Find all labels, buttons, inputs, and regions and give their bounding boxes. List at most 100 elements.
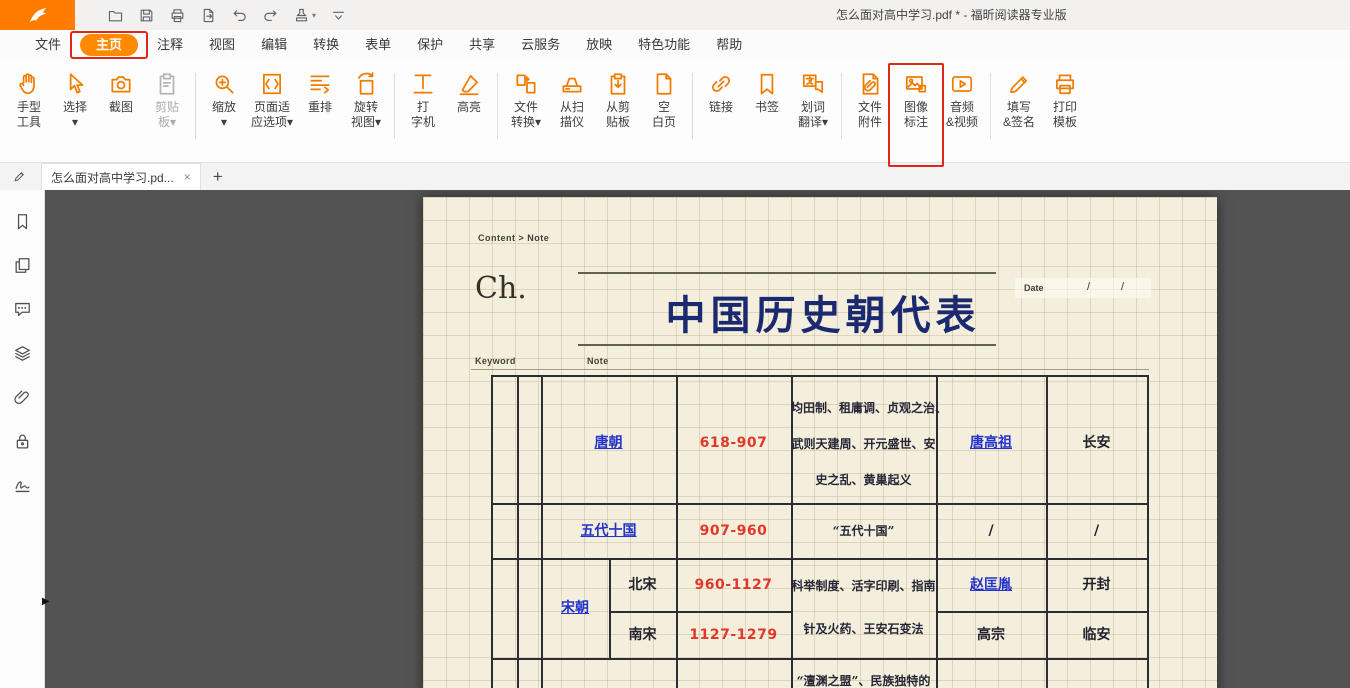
link-icon xyxy=(708,71,734,97)
sidebar-signatures-button[interactable] xyxy=(13,476,32,495)
ribbon-button-word-translate[interactable]: 划词翻译▾ xyxy=(790,69,836,132)
pencil-icon[interactable] xyxy=(12,169,27,184)
document-canvas[interactable]: Content > Note Ch. Date / / 中国历史朝代表 Keyw… xyxy=(45,190,1350,688)
ribbon-button-label: 书签 xyxy=(755,100,779,115)
ribbon-button-label: ▾ xyxy=(72,115,78,130)
menu-tab-convert[interactable]: 转换 xyxy=(300,30,352,60)
pages-icon xyxy=(13,256,32,275)
table-line xyxy=(936,611,1149,613)
menu-tab-edit[interactable]: 编辑 xyxy=(248,30,300,60)
ribbon-button-print-template[interactable]: 打印模板 xyxy=(1042,69,1088,132)
stamp-tool-icon xyxy=(293,7,310,24)
document-tab[interactable]: 怎么面对高中学习.pd... × xyxy=(41,163,201,190)
menu-tab-home[interactable]: 主页 xyxy=(74,30,144,60)
ribbon-button-link[interactable]: 链接 xyxy=(698,69,744,117)
redo-button[interactable] xyxy=(262,7,279,24)
close-tab-icon[interactable]: × xyxy=(184,170,191,184)
sidebar-page-thumbnails-button[interactable] xyxy=(13,256,32,275)
foxit-reader-window: ▾ 怎么面对高中学习.pdf * - 福昕阅读器专业版 文件主页注释视图编辑转换… xyxy=(0,0,1350,688)
menu-tab-protect[interactable]: 保护 xyxy=(404,30,456,60)
table-line xyxy=(517,375,519,688)
ribbon-button-label: 选择 xyxy=(63,100,87,115)
print-button[interactable] xyxy=(169,7,186,24)
customize-toolbar-icon xyxy=(330,7,347,24)
menu-tab-share[interactable]: 共享 xyxy=(456,30,508,60)
customize-toolbar-button[interactable] xyxy=(330,7,347,24)
ribbon-button-label: 打印 xyxy=(1053,100,1077,115)
ribbon-button-label: 重排 xyxy=(308,100,332,115)
ribbon-button-label: 旋转 xyxy=(354,100,378,115)
ribbon-button-select[interactable]: 选择▾ xyxy=(52,69,98,132)
clipboard-icon xyxy=(154,71,180,97)
document-tab-bar: 怎么面对高中学习.pd... × + xyxy=(0,163,1350,190)
ribbon-button-file-convert[interactable]: 文件转换▾ xyxy=(503,69,549,132)
foxit-logo[interactable] xyxy=(0,0,75,30)
menu-bar: 文件主页注释视图编辑转换表单保护共享 云服务放映特色功能帮助 xyxy=(0,30,1350,60)
dynasty-link[interactable]: 唐朝 xyxy=(541,434,676,452)
sidebar-layers-button[interactable] xyxy=(13,344,32,363)
founder-link[interactable]: 赵匡胤 xyxy=(936,576,1046,594)
fillsign-icon xyxy=(1006,71,1032,97)
ribbon-button-file-attachment[interactable]: 文件附件 xyxy=(847,69,893,132)
ribbon-button-typewriter[interactable]: 打字机 xyxy=(400,69,446,132)
menu-tab-features[interactable]: 特色功能 xyxy=(625,30,703,60)
open-file-button[interactable] xyxy=(107,7,124,24)
stamp-tool-button[interactable]: ▾ xyxy=(293,7,316,24)
sidebar-security-button[interactable] xyxy=(13,432,32,451)
ribbon-button-label: &签名 xyxy=(1003,115,1035,130)
capital-value: 开封 xyxy=(1046,576,1147,594)
description-line: 科举制度、活字印刷、指南 xyxy=(791,577,936,595)
menu-tab-cloud[interactable]: 云服务 xyxy=(508,30,573,60)
menu-tab-label: 共享 xyxy=(469,37,495,52)
menu-tab-present[interactable]: 放映 xyxy=(573,30,625,60)
panel-expand-handle[interactable]: ▶ xyxy=(42,596,50,607)
ribbon-button-image-annotation[interactable]: 图像标注 xyxy=(893,69,939,132)
ribbon-button-rotate-view[interactable]: 旋转视图▾ xyxy=(343,69,389,132)
zoom-icon xyxy=(211,71,237,97)
menu-tab-view[interactable]: 视图 xyxy=(196,30,248,60)
ribbon-button-bookmark[interactable]: 书签 xyxy=(744,69,790,117)
ribbon-button-label: 从剪 xyxy=(606,100,630,115)
ribbon-button-snapshot[interactable]: 截图 xyxy=(98,69,144,117)
sidebar-attachments-button[interactable] xyxy=(13,388,32,407)
comment-icon xyxy=(13,300,32,319)
ribbon-button-label: 转换▾ xyxy=(511,115,541,130)
ribbon-button-blank-page[interactable]: 空白页 xyxy=(641,69,687,132)
sidebar-bookmarks-button[interactable] xyxy=(13,212,32,231)
new-tab-button[interactable]: + xyxy=(213,168,223,185)
dynasty-link[interactable]: 五代十国 xyxy=(541,522,676,540)
founder-link[interactable]: 唐高祖 xyxy=(936,434,1046,452)
ribbon-button-hand-tool[interactable]: 手型工具 xyxy=(6,69,52,132)
save-button[interactable] xyxy=(138,7,155,24)
ribbon-button-reflow[interactable]: 重排 xyxy=(297,69,343,117)
printer-icon xyxy=(1052,71,1078,97)
ribbon-button-from-scanner[interactable]: 从扫描仪 xyxy=(549,69,595,132)
menu-tab-label: 云服务 xyxy=(521,37,560,52)
founder-value: 高宗 xyxy=(936,626,1046,644)
ribbon-button-label: 视图▾ xyxy=(351,115,381,130)
menu-tab-label: 帮助 xyxy=(716,37,742,52)
ribbon-button-audio-video[interactable]: 音频&视频 xyxy=(939,69,985,132)
export-icon xyxy=(200,7,217,24)
menu-tab-file[interactable]: 文件 xyxy=(22,30,74,60)
sidebar-comments-button[interactable] xyxy=(13,300,32,319)
table-line xyxy=(491,658,1149,660)
convert-icon xyxy=(513,71,539,97)
years-value: 618-907 xyxy=(676,434,791,452)
ribbon-button-label: 工具 xyxy=(17,115,41,130)
ribbon-button-from-clipboard[interactable]: 从剪贴板 xyxy=(595,69,641,132)
ribbon-button-label: 页面适 xyxy=(254,100,290,115)
ribbon-button-page-fit-options[interactable]: 页面适应选项▾ xyxy=(247,69,297,132)
ribbon-button-highlight[interactable]: 高亮 xyxy=(446,69,492,117)
menu-tab-comment[interactable]: 注释 xyxy=(144,30,196,60)
export-button[interactable] xyxy=(200,7,217,24)
menu-tab-form[interactable]: 表单 xyxy=(352,30,404,60)
sub-dynasty-label: 北宋 xyxy=(609,576,676,594)
menu-tab-help[interactable]: 帮助 xyxy=(703,30,755,60)
ribbon-button-zoom[interactable]: 缩放▾ xyxy=(201,69,247,132)
main-area: ▶ Content > Note Ch. Date / / 中国历史朝代表 Ke… xyxy=(0,190,1350,688)
undo-button[interactable] xyxy=(231,7,248,24)
dynasty-link[interactable]: 宋朝 xyxy=(541,599,609,617)
highlight-icon xyxy=(456,71,482,97)
ribbon-button-fill-sign[interactable]: 填写&签名 xyxy=(996,69,1042,132)
